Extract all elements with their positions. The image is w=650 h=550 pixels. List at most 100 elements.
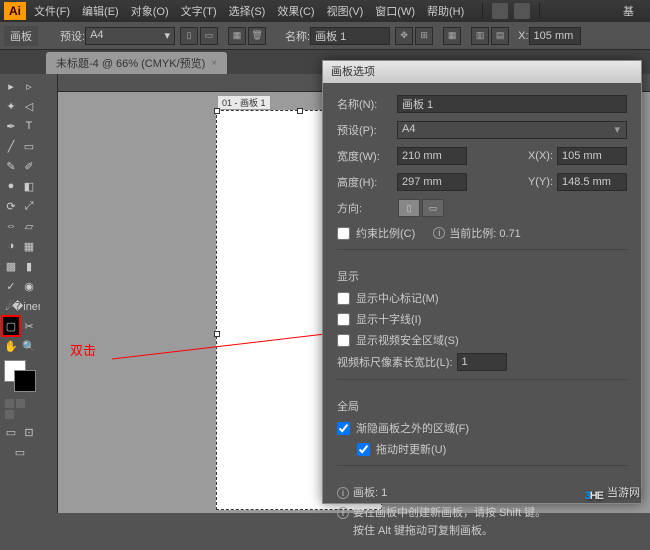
new-artboard-icon[interactable]: ▦ (228, 27, 246, 45)
lasso-tool-icon[interactable]: ◁ (21, 97, 37, 115)
zoom-tool-icon[interactable]: 🔍 (21, 337, 37, 355)
show-cross-checkbox[interactable] (337, 313, 350, 326)
selection-tool-icon[interactable]: ▸ (3, 77, 19, 95)
width-tool-icon[interactable]: ⇔ (3, 217, 19, 235)
screen-mode-icon[interactable]: ▭ (3, 423, 19, 441)
dlg-height-input[interactable] (397, 173, 467, 191)
menu-select[interactable]: 选择(S) (229, 3, 266, 19)
pen-tool-icon[interactable]: ✒ (3, 117, 19, 135)
tool-name-label: 画板 (4, 26, 38, 46)
artboard-tool-icon[interactable]: ▢ (3, 317, 19, 335)
align2-icon[interactable]: ▤ (491, 27, 509, 45)
update-drag-checkbox[interactable] (357, 443, 370, 456)
menu-window[interactable]: 窗口(W) (375, 3, 415, 19)
watermark-logo: 3HE (585, 479, 603, 505)
menu-type[interactable]: 文字(T) (181, 3, 217, 19)
hand-tool-icon[interactable]: ✋ (3, 337, 19, 355)
eraser-tool-icon[interactable]: ◧ (21, 177, 37, 195)
menu-extra[interactable]: 基 (623, 3, 634, 19)
type-tool-icon[interactable]: T (21, 117, 37, 135)
orient-landscape-button[interactable]: ▭ (422, 199, 444, 217)
stroke-swatch[interactable] (14, 370, 36, 392)
tearoff-icon[interactable]: ▭ (11, 443, 29, 461)
rotate-tool-icon[interactable]: ⟳ (3, 197, 19, 215)
close-icon[interactable]: × (211, 58, 217, 69)
separator (482, 3, 483, 19)
info-icon: i (337, 487, 349, 499)
tip2: 按住 Alt 键拖动可复制画板。 (353, 525, 493, 537)
dlg-x-input[interactable] (557, 147, 627, 165)
orient-portrait-icon[interactable]: ▯ (180, 27, 198, 45)
dlg-name-input[interactable] (397, 95, 627, 113)
dlg-width-label: 宽度(W): (337, 148, 397, 164)
rectangle-tool-icon[interactable]: ▭ (21, 137, 37, 155)
orient-landscape-icon[interactable]: ▭ (200, 27, 218, 45)
control-bar: 画板 预设: A4 ▯ ▭ ▦ 🗑 名称: ✥ ⊞ ▦ ▥ ▤ X: (0, 22, 650, 50)
doc-icon[interactable] (514, 3, 530, 19)
move-copy-icon[interactable]: ✥ (395, 27, 413, 45)
annotation-text: 双击 (70, 340, 96, 359)
menu-help[interactable]: 帮助(H) (427, 3, 464, 19)
top-menu: Ai 文件(F) 编辑(E) 对象(O) 文字(T) 选择(S) 效果(C) 视… (0, 0, 650, 22)
watermark-text: 当游网 (607, 484, 640, 500)
free-transform-tool-icon[interactable]: ▱ (21, 217, 37, 235)
orient-portrait-button[interactable]: ▯ (398, 199, 420, 217)
dlg-orient-label: 方向: (337, 200, 397, 216)
separator (539, 3, 540, 19)
direct-select-tool-icon[interactable]: ▹ (21, 77, 37, 95)
x-input[interactable] (529, 27, 581, 45)
show-center-checkbox[interactable] (337, 292, 350, 305)
brush-tool-icon[interactable]: ✎ (3, 157, 19, 175)
layout-icon[interactable] (492, 3, 508, 19)
tip1: 要在画板中创建新画板，请按 Shift 键。 (353, 507, 546, 519)
menu-object[interactable]: 对象(O) (131, 3, 169, 19)
show-cross-label: 显示十字线(I) (356, 311, 421, 327)
magic-wand-tool-icon[interactable]: ✦ (3, 97, 19, 115)
video-ruler-input[interactable] (457, 353, 507, 371)
handle-nw[interactable] (214, 108, 220, 114)
menu-file[interactable]: 文件(F) (34, 3, 70, 19)
eyedropper-tool-icon[interactable]: ✓ (3, 277, 19, 295)
fade-outside-label: 渐隐画板之外的区域(F) (356, 420, 469, 436)
mesh-tool-icon[interactable]: ▩ (3, 257, 19, 275)
show-center-label: 显示中心标记(M) (356, 290, 439, 306)
dlg-x-label: X(X): (513, 150, 553, 162)
color-swatches[interactable] (2, 360, 38, 396)
preset-dropdown[interactable]: A4 (85, 27, 175, 45)
scale-tool-icon[interactable]: ⤢ (21, 197, 37, 215)
dlg-preset-select[interactable]: A4 (397, 121, 627, 139)
constrain-checkbox[interactable] (337, 227, 350, 240)
toolbox: ▸▹ ✦◁ ✒T ╱▭ ✎✐ ●◧ ⟳⤢ ⇔▱ ◑▦ ▩▮ ✓◉ ☄�inen … (0, 74, 40, 513)
blob-brush-tool-icon[interactable]: ● (3, 177, 19, 195)
gradient-tool-icon[interactable]: ▮ (21, 257, 37, 275)
dlg-y-input[interactable] (557, 173, 627, 191)
change-screen-icon[interactable]: ⊡ (21, 423, 37, 441)
pencil-tool-icon[interactable]: ✐ (21, 157, 37, 175)
show-safe-checkbox[interactable] (337, 334, 350, 347)
draw-mode-icons[interactable] (2, 396, 38, 422)
name-label: 名称: (285, 28, 310, 44)
app-logo: Ai (4, 2, 26, 20)
ref-point-icon[interactable]: ▦ (443, 27, 461, 45)
divider (337, 379, 627, 380)
line-tool-icon[interactable]: ╱ (3, 137, 19, 155)
tab-title: 未标题-4 @ 66% (CMYK/预览) (56, 55, 205, 71)
update-drag-label: 拖动时更新(U) (376, 441, 446, 457)
perspective-tool-icon[interactable]: ▦ (21, 237, 37, 255)
delete-artboard-icon[interactable]: 🗑 (248, 27, 266, 45)
menu-effect[interactable]: 效果(C) (277, 3, 314, 19)
menu-view[interactable]: 视图(V) (327, 3, 364, 19)
info-icon: i (433, 227, 445, 239)
menu-edit[interactable]: 编辑(E) (82, 3, 119, 19)
dlg-width-input[interactable] (397, 147, 467, 165)
document-tab[interactable]: 未标题-4 @ 66% (CMYK/预览) × (46, 52, 227, 74)
options-icon[interactable]: ⊞ (415, 27, 433, 45)
graph-tool-icon[interactable]: �inen (19, 297, 37, 315)
fade-outside-checkbox[interactable] (337, 422, 350, 435)
artboard-name-input[interactable] (310, 27, 390, 45)
align-icon[interactable]: ▥ (471, 27, 489, 45)
shape-builder-tool-icon[interactable]: ◑ (3, 237, 19, 255)
slice-tool-icon[interactable]: ✂ (21, 317, 37, 335)
blend-tool-icon[interactable]: ◉ (21, 277, 37, 295)
handle-n[interactable] (297, 108, 303, 114)
